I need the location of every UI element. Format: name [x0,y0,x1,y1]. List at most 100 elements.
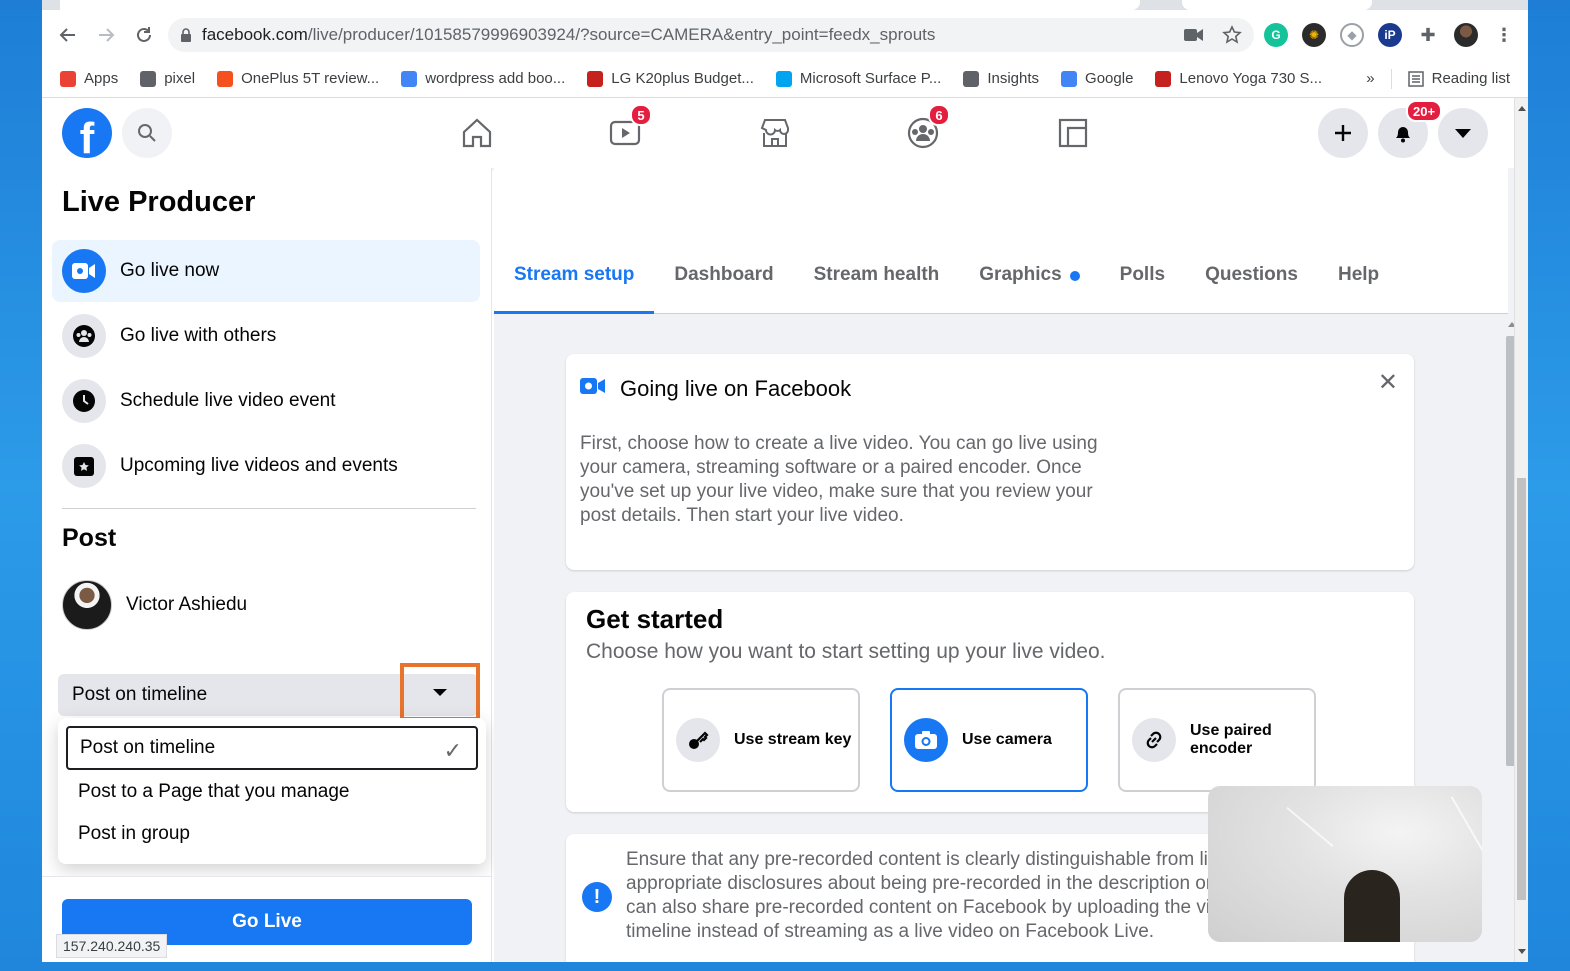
bookmark-label: LG K20plus Budget... [611,70,754,87]
bookmark-label: Apps [84,70,119,87]
bookmark-favicon-icon [401,70,418,87]
notifications-button[interactable]: 20+ [1378,100,1443,158]
groups-nav[interactable]: 6 [906,104,950,155]
checkmark-icon: ✓ [443,738,462,763]
gaming-icon[interactable] [1056,116,1090,150]
tab-stream-health[interactable]: Stream health [794,252,960,314]
use-stream-key-option[interactable]: Use stream key [662,688,860,792]
camera-preview[interactable] [1208,786,1482,942]
browser-tab[interactable] [1182,0,1372,10]
marketplace-icon[interactable] [758,116,792,150]
option-post-to-page[interactable]: Post to a Page that you manage [66,770,478,814]
get-started-title: Get started [586,604,724,634]
window-scrollbar-thumb[interactable] [1517,478,1526,900]
search-icon [138,124,156,142]
tab-help[interactable]: Help [1318,252,1399,314]
user-name: Victor Ashiedu [126,594,248,615]
menu-go-live-with-others[interactable]: Go live with others [52,305,480,367]
tab-label: Dashboard [674,264,774,285]
tab-polls[interactable]: Polls [1100,252,1185,314]
puzzle-icon[interactable]: ✚ [1416,23,1440,47]
kebab-menu-icon[interactable]: ⋮ [1492,23,1516,47]
bookmark-item[interactable]: pixel [140,70,195,87]
group-icon [62,314,106,358]
user-avatar [62,580,112,630]
tab-strip [42,0,1528,10]
camera-icon [904,718,948,762]
search-button[interactable] [122,108,172,158]
tab-label: Polls [1119,264,1166,285]
groups-badge: 6 [928,104,950,126]
bookmark-item[interactable]: LG K20plus Budget... [587,70,754,87]
extension-icon[interactable]: ✺ [1302,23,1326,47]
shield-icon[interactable]: ◆ [1340,23,1364,47]
tab-label: Stream health [813,264,940,285]
bookmark-item[interactable]: Lenovo Yoga 730 S... [1155,70,1322,87]
use-camera-option[interactable]: Use camera [890,688,1088,792]
address-bar[interactable]: facebook.com/live/producer/1015857999690… [168,18,1254,52]
bookmark-item[interactable]: Microsoft Surface P... [775,70,941,87]
star-icon[interactable] [1222,25,1242,45]
bookmark-item[interactable]: Google [1061,70,1133,87]
bookmark-label: OnePlus 5T review... [241,70,380,87]
reading-list-button[interactable]: Reading list [1407,70,1510,87]
notifications-badge: 20+ [1406,100,1443,122]
select-dropdown-toggle[interactable] [400,663,480,721]
facebook-logo[interactable]: f [62,108,112,158]
bookmark-favicon-icon [140,70,157,87]
window-scrollbar[interactable] [1514,98,1528,962]
extensions-area: G ✺ ◆ iP ✚ ⋮ [1264,23,1516,47]
account-menu-button[interactable] [1438,108,1488,158]
watch-nav[interactable]: 5 [608,104,652,155]
option-label: Post on timeline [80,737,216,758]
more-bookmarks-button[interactable]: » [1366,70,1374,87]
watch-badge: 5 [630,104,652,126]
camera-in-use-icon[interactable] [1184,28,1204,42]
menu-label: Schedule live video event [120,390,336,411]
bookmark-item[interactable]: wordpress add boo... [401,70,565,87]
active-tab[interactable] [60,0,1140,10]
bookmark-item[interactable]: Apps [60,70,118,87]
ip-extension-icon[interactable]: iP [1378,23,1402,47]
option-post-in-group[interactable]: Post in group [66,812,478,856]
tab-label: Graphics [979,264,1062,285]
scroll-up-arrow-icon[interactable] [1518,106,1526,111]
close-icon[interactable]: ✕ [1378,368,1398,397]
get-started-subtitle: Choose how you want to start setting up … [586,640,1106,663]
menu-label: Go live now [120,260,220,281]
bookmarks-bar: Apps pixel OnePlus 5T review... wordpress a… [42,60,1528,98]
scroll-down-arrow-icon[interactable] [1518,949,1526,954]
forward-button[interactable] [92,21,120,49]
menu-schedule-live-video[interactable]: Schedule live video event [52,370,480,432]
tab-questions[interactable]: Questions [1185,252,1318,314]
select-value: Post on timeline [72,684,208,705]
menu-label: Upcoming live videos and events [120,455,398,476]
home-icon[interactable] [460,116,494,150]
menu-go-live-now[interactable]: Go live now [52,240,480,302]
bookmark-item[interactable]: Insights [963,70,1039,87]
profile-avatar[interactable] [1454,23,1478,47]
tab-label: Help [1337,264,1380,285]
tab-graphics[interactable]: Graphics [959,252,1099,314]
create-button[interactable] [1318,108,1368,158]
grammarly-icon[interactable]: G [1264,23,1288,47]
logo-letter: f [79,114,95,158]
caret-down-icon [433,688,447,696]
notice-body: Ensure that any pre-recorded content is … [626,848,1226,944]
bookmark-item[interactable]: OnePlus 5T review... [217,70,379,87]
menu-upcoming-live-videos[interactable]: Upcoming live videos and events [52,435,480,497]
notice-line: can also share pre-recorded content on F… [626,897,1221,918]
option-label: Use stream key [734,731,852,748]
intro-card: Going live on Facebook ✕ First, choose h… [566,354,1414,570]
tab-stream-setup[interactable]: Stream setup [494,252,655,314]
bookmarks-right: » Reading list [1366,68,1510,89]
bookmark-favicon-icon [775,70,792,87]
get-started-card: Get started Choose how you want to start… [566,592,1414,812]
back-button[interactable] [54,21,82,49]
use-paired-encoder-option[interactable]: Use paired encoder [1118,688,1316,792]
plus-icon [1335,125,1351,141]
preview-reflection [1450,796,1482,858]
option-post-on-timeline[interactable]: Post on timeline ✓ [66,726,478,770]
reload-button[interactable] [130,21,158,49]
tab-dashboard[interactable]: Dashboard [654,252,793,314]
